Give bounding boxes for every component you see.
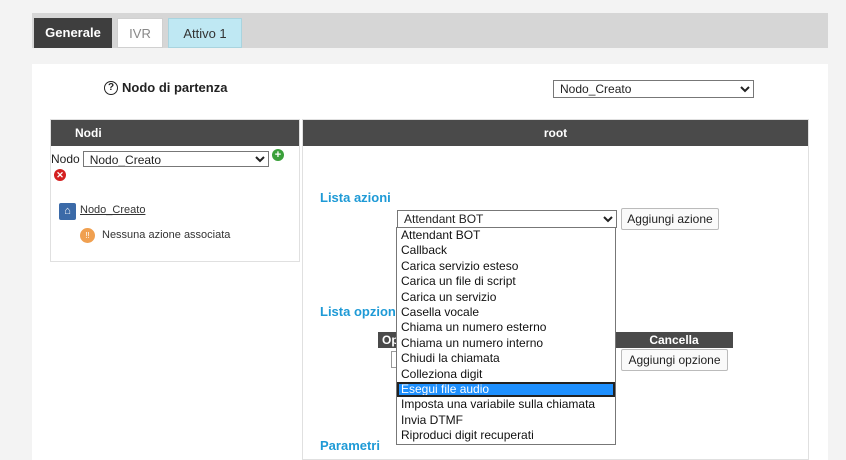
nodes-panel-header: Nodi — [51, 120, 299, 146]
help-icon[interactable]: ? — [104, 80, 118, 95]
dropdown-item[interactable]: Carica servizio esteso — [397, 259, 615, 274]
dropdown-item[interactable]: Callback — [397, 243, 615, 258]
dropdown-item[interactable]: Casella vocale — [397, 305, 615, 320]
start-node-text: Nodo di partenza — [122, 80, 228, 95]
dropdown-item[interactable]: Invia DTMF — [397, 413, 615, 428]
warning-icon: !! — [80, 228, 95, 243]
nodo-label: Nodo — [51, 152, 80, 166]
nodo-select[interactable]: Nodo_Creato — [82, 151, 269, 167]
lista-opzioni-title: Lista opzion — [320, 304, 396, 319]
delete-node-icon[interactable]: ✕ — [54, 169, 66, 181]
action-dropdown-list[interactable]: Attendant BOT Callback Carica servizio e… — [396, 227, 616, 445]
no-action-text: Nessuna azione associata — [102, 229, 231, 241]
root-panel-header: root — [303, 120, 808, 146]
tab-bar: Generale IVR Attivo 1 — [32, 13, 828, 48]
dropdown-item[interactable]: Chiama un numero esterno — [397, 320, 615, 335]
page: Generale IVR Attivo 1 ? Nodo di partenza… — [0, 0, 846, 460]
node-link[interactable]: Nodo_Creato — [80, 204, 145, 216]
lista-azioni-title: Lista azioni — [320, 190, 391, 205]
dropdown-item[interactable]: Chiudi la chiamata — [397, 351, 615, 366]
dropdown-item[interactable]: Riproduci digit recuperati — [397, 428, 615, 443]
parametri-title: Parametri — [320, 438, 380, 453]
action-select[interactable]: Attendant BOT — [397, 210, 617, 228]
cancel-column-header: Cancella — [615, 332, 733, 348]
nodes-panel: Nodi Nodo Nodo_Creato + ✕ ⌂ Nodo_Creato … — [50, 119, 300, 262]
dropdown-item[interactable]: Imposta una variabile sulla chiamata — [397, 397, 615, 412]
start-node-select[interactable]: Nodo_Creato — [553, 80, 754, 98]
home-icon: ⌂ — [59, 203, 76, 220]
nodo-row: Nodo Nodo_Creato — [51, 151, 269, 167]
dropdown-item[interactable]: Carica un file di script — [397, 274, 615, 289]
tab-attivo-1[interactable]: Attivo 1 — [168, 18, 242, 48]
dropdown-item[interactable]: Colleziona digit — [397, 367, 615, 382]
options-column-header: Op — [378, 332, 398, 348]
dropdown-item[interactable]: Carica un servizio — [397, 290, 615, 305]
add-option-button[interactable]: Aggiungi opzione — [621, 349, 728, 371]
tab-ivr[interactable]: IVR — [117, 18, 163, 48]
add-action-button[interactable]: Aggiungi azione — [621, 208, 719, 230]
dropdown-item[interactable]: Attendant BOT — [397, 228, 615, 243]
dropdown-item-highlighted[interactable]: Esegui file audio — [397, 381, 615, 398]
add-node-icon[interactable]: + — [272, 149, 284, 161]
tab-generale[interactable]: Generale — [34, 18, 112, 48]
start-node-label: ? Nodo di partenza — [104, 80, 227, 95]
dropdown-item[interactable]: Chiama un numero interno — [397, 336, 615, 351]
